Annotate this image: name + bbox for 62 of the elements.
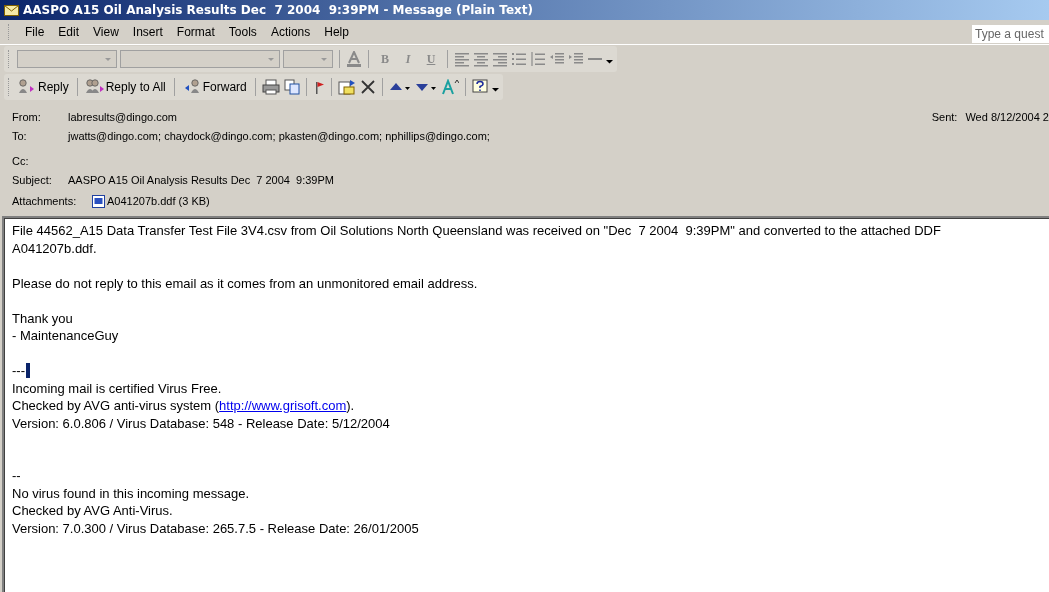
menu-item[interactable]: Help [317,23,356,41]
copy-icon[interactable] [283,79,300,95]
body-text: -- [12,467,21,485]
body-text: File 44562_A15 Data Transfer Test File 3V4.csv from Oil Solutions North Queensland was received on "Dec 7 2004 9:39PM" and converted to the attached DDF [12,222,941,240]
menu-item[interactable]: Tools [221,23,264,41]
menu-item[interactable]: File [18,23,52,41]
menu-item[interactable]: Insert [125,23,170,41]
window-title: AASPO A15 Oil Analysis Results Dec 7 2004 9:39PM - Message (Plain Text) [23,3,533,17]
font-size-icon[interactable] [440,79,459,95]
field-label: From: [12,110,42,123]
menu-item[interactable]: Edit [51,23,87,41]
increase-indent-icon[interactable] [568,51,584,67]
body-text: Please do not reply to this email as it comes from an unmonitored email address. [12,274,478,292]
attachment-link[interactable]: A041207b.ddf (3 KB) [92,194,210,208]
forward-button[interactable]: Forward [180,78,249,96]
font-combo[interactable] [17,50,117,68]
menu-item[interactable]: Format [169,23,222,41]
menu-item[interactable]: View [86,23,126,41]
printer-icon[interactable] [261,79,280,95]
numbered-list-icon[interactable] [530,51,546,67]
sent-date: Wed 8/12/2004 2 [965,110,1049,123]
font-color-icon[interactable] [346,51,362,67]
recipient-list: jwatts@dingo.com; chaydock@dingo.com; pkasten@dingo.com; nphillips@dingo.com; [68,129,490,142]
field-label: Subject: [12,173,53,186]
font-combo[interactable] [120,50,280,68]
body-text: A041207b.ddf. [12,239,97,257]
field-label: Attachments: [12,195,78,207]
body-text: Checked by AVG Anti-Virus. [12,502,173,520]
dropdown-arrow-icon [268,57,274,61]
body-text: - MaintenanceGuy [12,327,119,345]
body-text: Incoming mail is certified Virus Free. [12,379,222,397]
link[interactable]: http://www.grisoft.com [219,397,347,415]
field-label: Sent: [931,110,958,123]
font-combo[interactable] [283,50,333,68]
body-text: Checked by AVG anti-virus system (http://www.grisoft.com). [12,397,355,415]
subject-text: AASPO A15 Oil Analysis Results Dec 7 2004 9:39PM [68,173,334,186]
dropdown-arrow-icon [105,57,111,61]
sender-address: labresults@dingo.com [68,110,177,123]
menu-item[interactable]: Actions [263,23,318,41]
envelope-icon [4,4,19,16]
body-text: --- [12,362,25,380]
dropdown-arrow-icon [321,57,327,61]
field-label: To: [12,129,28,142]
reply-all-button[interactable]: Reply to All [83,78,168,96]
decrease-indent-icon[interactable] [549,51,565,67]
bullet-list-icon[interactable] [511,51,527,67]
help-icon[interactable] [471,79,488,95]
align-left-icon[interactable] [454,51,470,67]
body-text: Version: 6.0.806 / Virus Database: 548 - Release Date: 5/12/2004 [12,414,390,432]
field-label: Cc: [12,154,30,167]
body-text: No virus found in this incoming message. [12,484,249,502]
reply-button[interactable]: Reply [16,78,71,96]
help-search-field[interactable]: Type a quest [972,25,1049,43]
reply-icon [18,79,36,95]
document-icon [92,194,105,208]
move-folder-icon[interactable] [337,79,356,95]
body-text: Thank you [12,309,73,327]
body-text: Version: 7.0.300 / Virus Database: 265.7.5 - Release Date: 26/01/2005 [12,519,419,537]
align-center-icon[interactable] [473,51,489,67]
delete-icon[interactable] [359,79,376,95]
reply-all-icon [85,79,104,95]
align-right-icon[interactable] [492,51,508,67]
